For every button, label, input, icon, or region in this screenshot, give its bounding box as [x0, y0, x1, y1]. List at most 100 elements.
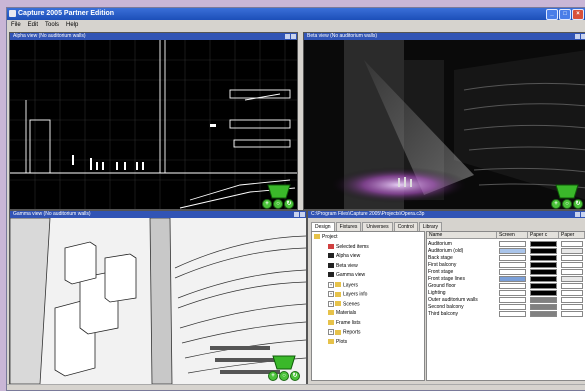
alpha-view-pane[interactable]: Alpha view (No auditorium walls) + ○ ↻ [9, 32, 298, 210]
tab-design[interactable]: Design [311, 222, 335, 231]
color-swatch[interactable] [499, 255, 526, 261]
color-swatch[interactable] [530, 241, 557, 247]
tree-item[interactable]: + Layers [328, 281, 358, 288]
color-swatch[interactable] [530, 297, 557, 303]
layer-row-name[interactable]: Second balcony [428, 304, 464, 310]
layer-row-name[interactable]: Outer auditorium walls [428, 297, 478, 303]
column-header[interactable]: Screen [497, 232, 528, 239]
maximize-button[interactable]: □ [559, 9, 571, 20]
gamma-view-header[interactable]: Gamma view (No auditorium walls) [10, 211, 306, 218]
column-header[interactable]: Paper c [528, 232, 559, 239]
rotate-icon[interactable]: ↻ [573, 199, 583, 209]
close-button[interactable]: × [572, 9, 584, 20]
alpha-view-header[interactable]: Alpha view (No auditorium walls) [10, 33, 297, 40]
color-swatch[interactable] [530, 248, 557, 254]
color-swatch[interactable] [530, 255, 557, 261]
menu-tools[interactable]: Tools [45, 21, 59, 30]
tree-item[interactable]: + Layers info [328, 291, 367, 297]
tab-universes[interactable]: Universes [362, 222, 393, 231]
color-swatch[interactable] [561, 297, 583, 303]
minimize-button[interactable]: _ [546, 9, 558, 20]
tab-library[interactable]: Library [418, 222, 443, 231]
color-swatch[interactable] [561, 276, 583, 282]
basket-icon[interactable] [271, 354, 297, 370]
color-swatch[interactable] [530, 262, 557, 268]
color-swatch[interactable] [530, 276, 557, 282]
color-swatch[interactable] [561, 304, 583, 310]
expand-icon[interactable]: + [328, 291, 334, 297]
color-swatch[interactable] [561, 262, 583, 268]
move-icon[interactable]: + [268, 371, 278, 381]
tree-item[interactable]: Materials [328, 310, 356, 316]
color-swatch[interactable] [499, 262, 526, 268]
move-icon[interactable]: + [551, 199, 561, 209]
tab-control[interactable]: Control [393, 222, 418, 231]
tree-item[interactable]: Alpha view [328, 253, 360, 259]
color-swatch[interactable] [561, 248, 583, 254]
color-swatch[interactable] [499, 248, 526, 254]
pane-maximize-button[interactable] [300, 212, 305, 217]
beta-view-header[interactable]: Beta view (No auditorium walls) [304, 33, 585, 40]
rotate-icon[interactable]: ↻ [284, 199, 294, 209]
tree-item[interactable]: Frame lists [328, 320, 360, 326]
tree-item[interactable]: Gamma view [328, 272, 365, 278]
color-swatch[interactable] [499, 276, 526, 282]
column-header[interactable]: Paper [559, 232, 585, 239]
tree-item[interactable]: Project [314, 234, 338, 240]
expand-icon[interactable]: + [328, 281, 334, 288]
pane-minimize-button[interactable] [575, 212, 580, 217]
layer-row-name[interactable]: Auditorium [428, 241, 452, 247]
rotate-icon[interactable]: ↻ [290, 371, 300, 381]
color-swatch[interactable] [499, 297, 526, 303]
tree-item[interactable]: + Reports [328, 329, 361, 335]
expand-icon[interactable]: + [328, 329, 334, 335]
gamma-view-pane[interactable]: Gamma view (No auditorium walls) + ○ ↻ [9, 210, 307, 385]
pane-minimize-button[interactable] [285, 34, 290, 39]
expand-icon[interactable]: + [328, 300, 334, 307]
color-swatch[interactable] [499, 311, 526, 317]
color-swatch[interactable] [530, 290, 557, 296]
color-swatch[interactable] [499, 269, 526, 275]
layer-row-name[interactable]: Back stage [428, 255, 453, 261]
tree-item[interactable]: + Scenes [328, 300, 360, 307]
tab-fixtures[interactable]: Fixtures [335, 222, 362, 231]
color-swatch[interactable] [499, 290, 526, 296]
color-swatch[interactable] [530, 304, 557, 310]
project-browser-header[interactable]: C:\Program Files\Capture 2005\Projects\O… [308, 211, 585, 218]
layer-row-name[interactable]: Front stage lines [428, 276, 465, 282]
pane-minimize-button[interactable] [575, 34, 580, 39]
color-swatch[interactable] [561, 241, 583, 247]
basket-icon[interactable] [554, 183, 580, 199]
color-swatch[interactable] [499, 304, 526, 310]
tree-item[interactable]: Selected items [328, 244, 369, 250]
tree-item[interactable]: Beta view [328, 263, 358, 269]
title-bar[interactable]: Capture 2005 Partner Edition _ □ × [7, 8, 585, 20]
column-header[interactable]: Name [427, 232, 497, 239]
color-swatch[interactable] [561, 269, 583, 275]
layer-row-name[interactable]: Ground floor [428, 283, 456, 289]
basket-icon[interactable] [266, 183, 292, 199]
color-swatch[interactable] [561, 283, 583, 289]
layer-row-name[interactable]: First balcony [428, 262, 456, 268]
color-swatch[interactable] [530, 269, 557, 275]
color-swatch[interactable] [499, 241, 526, 247]
layer-row-name[interactable]: Lighting [428, 290, 446, 296]
color-swatch[interactable] [499, 283, 526, 289]
pane-minimize-button[interactable] [294, 212, 299, 217]
tree-item[interactable]: Plots [328, 339, 347, 345]
layer-row-name[interactable]: Front stage [428, 269, 453, 275]
zoom-icon[interactable]: ○ [279, 371, 289, 381]
pane-maximize-button[interactable] [581, 212, 585, 217]
zoom-icon[interactable]: ○ [562, 199, 572, 209]
menu-help[interactable]: Help [66, 21, 78, 30]
color-swatch[interactable] [530, 311, 557, 317]
color-swatch[interactable] [561, 290, 583, 296]
color-swatch[interactable] [530, 283, 557, 289]
menu-edit[interactable]: Edit [28, 21, 38, 30]
color-swatch[interactable] [561, 255, 583, 261]
pane-maximize-button[interactable] [581, 34, 585, 39]
menu-file[interactable]: File [11, 21, 21, 30]
beta-view-pane[interactable]: Beta view (No auditorium walls) + ○ ↻ [303, 32, 585, 210]
zoom-icon[interactable]: ○ [273, 199, 283, 209]
move-icon[interactable]: + [262, 199, 272, 209]
